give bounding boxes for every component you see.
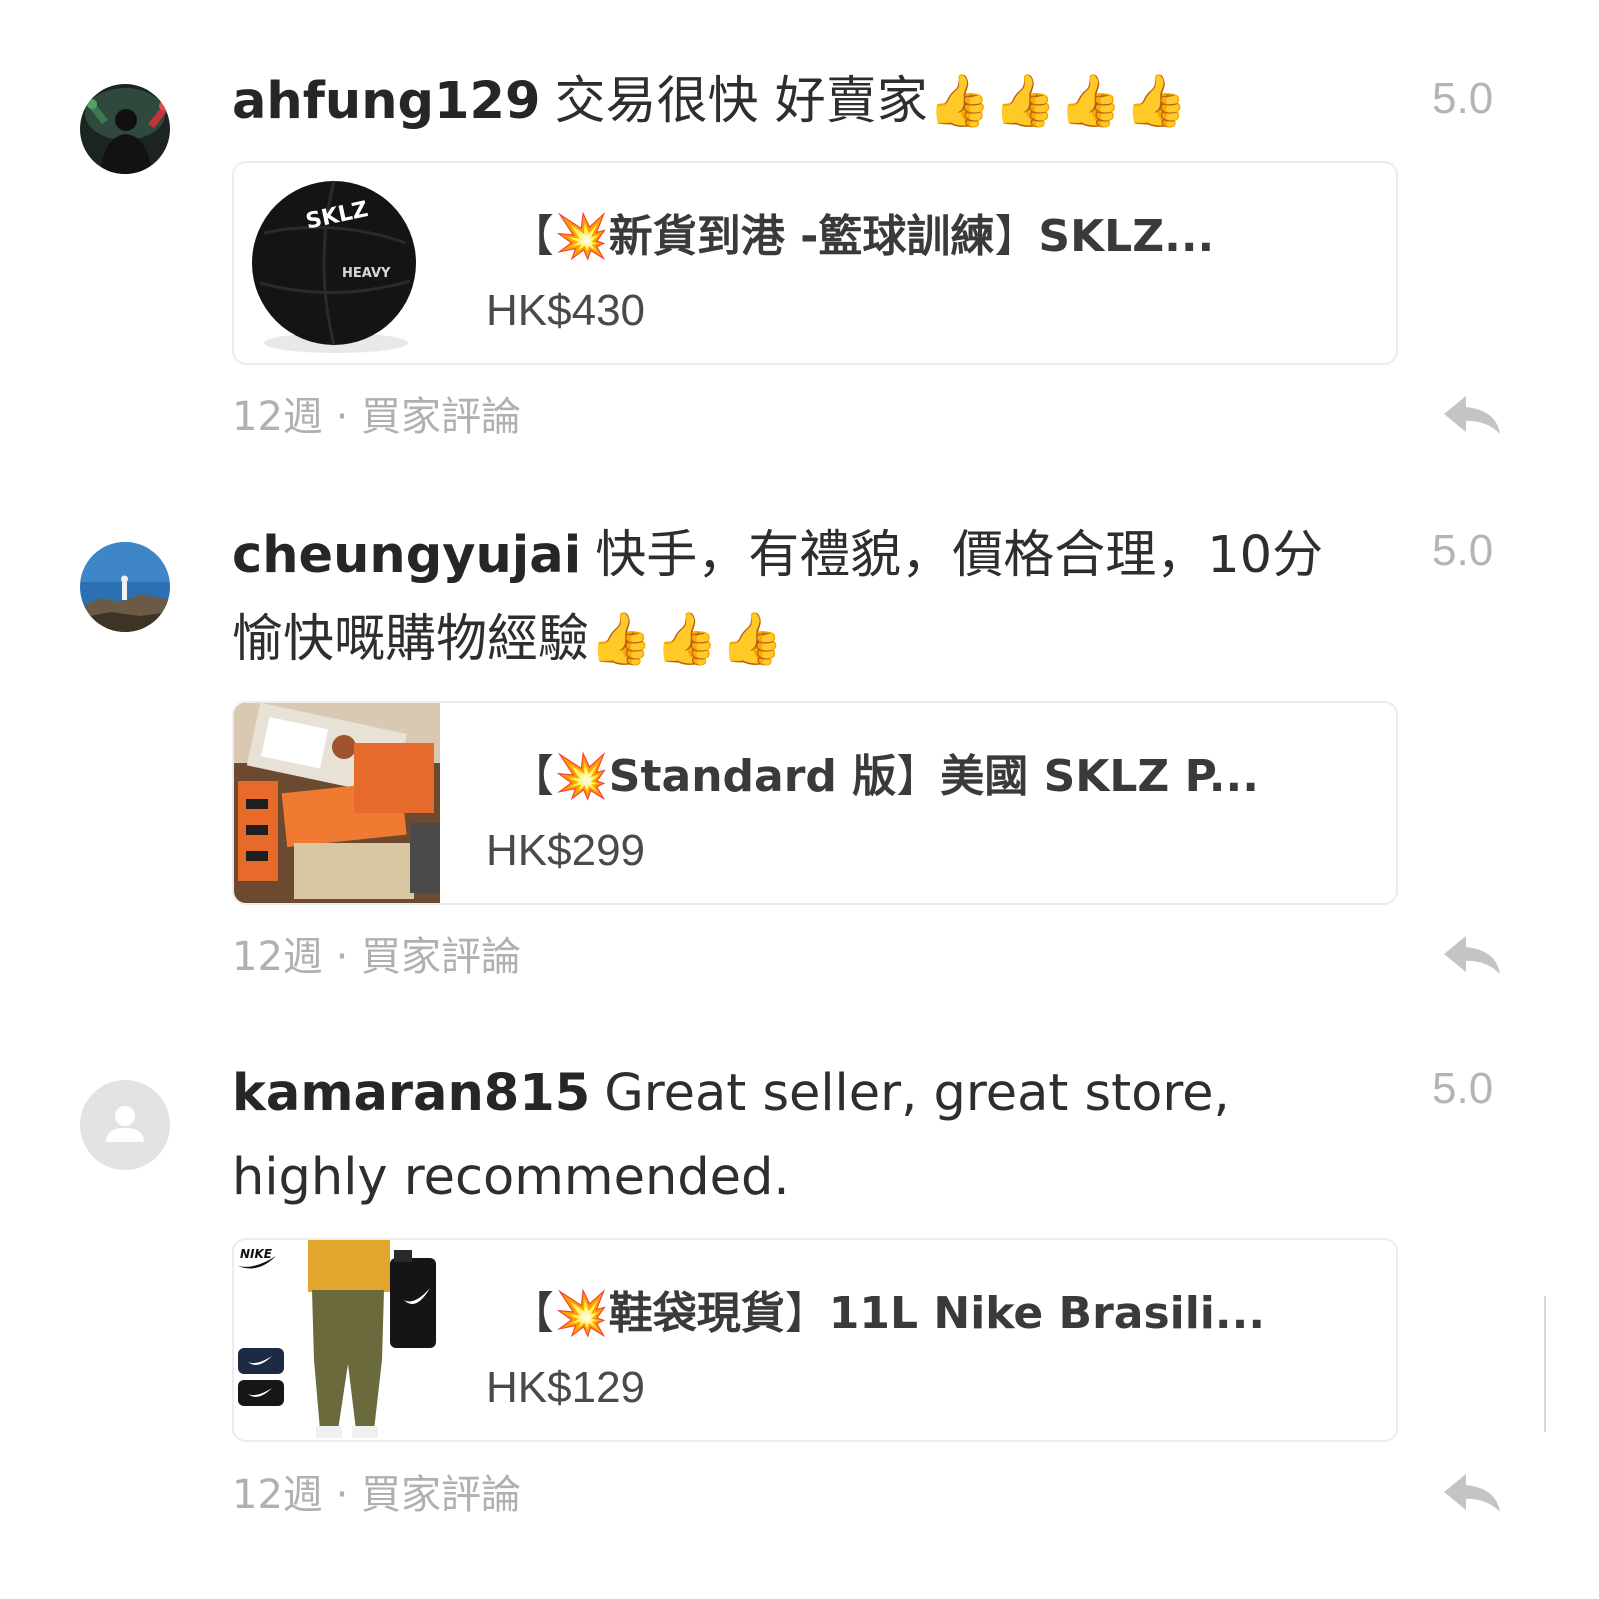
product-card[interactable]: SKLZ HEAVY 【💥新貨到港 -籃球訓練】SKLZ... HK$430 <box>232 161 1398 365</box>
reply-icon[interactable] <box>1440 1470 1504 1516</box>
product-price: HK$129 <box>486 1363 646 1412</box>
review-text: kamaran815 Great seller, great store, hig… <box>232 1052 1352 1220</box>
user-avatar[interactable] <box>80 1080 170 1170</box>
review-comment: 交易很快 好賣家 <box>554 72 928 131</box>
user-photo-avatar-icon <box>80 84 170 174</box>
bracket-close: 】 <box>784 1288 829 1339</box>
user-avatar[interactable] <box>80 84 170 174</box>
product-title-rest: 11L Nike Brasili... <box>828 1288 1266 1339</box>
burst-icon: 💥 <box>554 751 609 802</box>
review-item: ahfung129 交易很快 好賣家👍👍👍👍 5.0 SKLZ HEAVY 【💥新… <box>0 0 1599 500</box>
product-image: NIKE <box>234 1240 440 1440</box>
product-card[interactable]: 【💥Standard 版】美國 SKLZ P... HK$299 <box>232 701 1398 905</box>
reply-icon[interactable] <box>1440 392 1504 438</box>
username[interactable]: cheungyujai <box>232 526 581 585</box>
nike-logo-text: NIKE <box>240 1247 273 1261</box>
thumbs-up-emoji: 👍👍👍 <box>589 610 786 669</box>
bracket-open: 【 <box>510 1288 554 1339</box>
boxes-image-icon <box>234 703 440 903</box>
shoe-bag-image-icon: NIKE <box>234 1240 440 1440</box>
product-card[interactable]: NIKE 【💥鞋袋現貨】11L Nike Brasili... HK$129 <box>232 1238 1398 1442</box>
product-title-rest: SKLZ... <box>1038 211 1215 262</box>
bracket-close: 】 <box>896 751 941 802</box>
product-title-main: 新貨到港 -籃球訓練 <box>608 211 995 262</box>
rating-score: 5.0 <box>1432 1064 1494 1113</box>
product-title-main: Standard 版 <box>608 751 897 802</box>
review-item: cheungyujai 快手，有禮貌，價格合理，10分愉快嘅購物經驗👍👍👍 5.0 <box>0 500 1599 1040</box>
product-title-main: 鞋袋現貨 <box>608 1288 785 1339</box>
burst-icon: 💥 <box>554 1288 609 1339</box>
landscape-photo-avatar-icon <box>80 542 170 632</box>
review-meta: 12週 · 買家評論 <box>232 934 522 980</box>
product-title[interactable]: 【💥新貨到港 -籃球訓練】SKLZ... <box>510 207 1370 267</box>
review-text: cheungyujai 快手，有禮貌，價格合理，10分愉快嘅購物經驗👍👍👍 <box>232 514 1352 682</box>
ball-label-text: HEAVY <box>342 266 391 281</box>
scrollbar[interactable] <box>1544 1296 1546 1432</box>
bracket-open: 【 <box>510 751 554 802</box>
product-image <box>234 703 440 903</box>
bracket-close: 】 <box>994 211 1039 262</box>
product-price: HK$430 <box>486 286 646 335</box>
user-avatar[interactable] <box>80 542 170 632</box>
product-title[interactable]: 【💥鞋袋現貨】11L Nike Brasili... <box>510 1284 1370 1344</box>
burst-icon: 💥 <box>554 211 609 262</box>
rating-score: 5.0 <box>1432 526 1494 575</box>
review-item: kamaran815 Great seller, great store, hig… <box>0 1040 1599 1599</box>
bracket-open: 【 <box>510 211 554 262</box>
rating-score: 5.0 <box>1432 74 1494 123</box>
product-title-rest: 美國 SKLZ P... <box>940 751 1259 802</box>
basketball-image-icon: SKLZ HEAVY <box>234 163 440 363</box>
reply-icon[interactable] <box>1440 932 1504 978</box>
review-meta: 12週 · 買家評論 <box>232 1472 522 1518</box>
product-image: SKLZ HEAVY <box>234 163 440 363</box>
product-price: HK$299 <box>486 826 646 875</box>
default-user-avatar-icon <box>80 1080 170 1170</box>
username[interactable]: ahfung129 <box>232 72 541 131</box>
review-text: ahfung129 交易很快 好賣家👍👍👍👍 <box>232 60 1352 144</box>
product-title[interactable]: 【💥Standard 版】美國 SKLZ P... <box>510 747 1370 807</box>
review-meta: 12週 · 買家評論 <box>232 394 522 440</box>
username[interactable]: kamaran815 <box>232 1064 590 1123</box>
thumbs-up-emoji: 👍👍👍👍 <box>927 72 1190 131</box>
